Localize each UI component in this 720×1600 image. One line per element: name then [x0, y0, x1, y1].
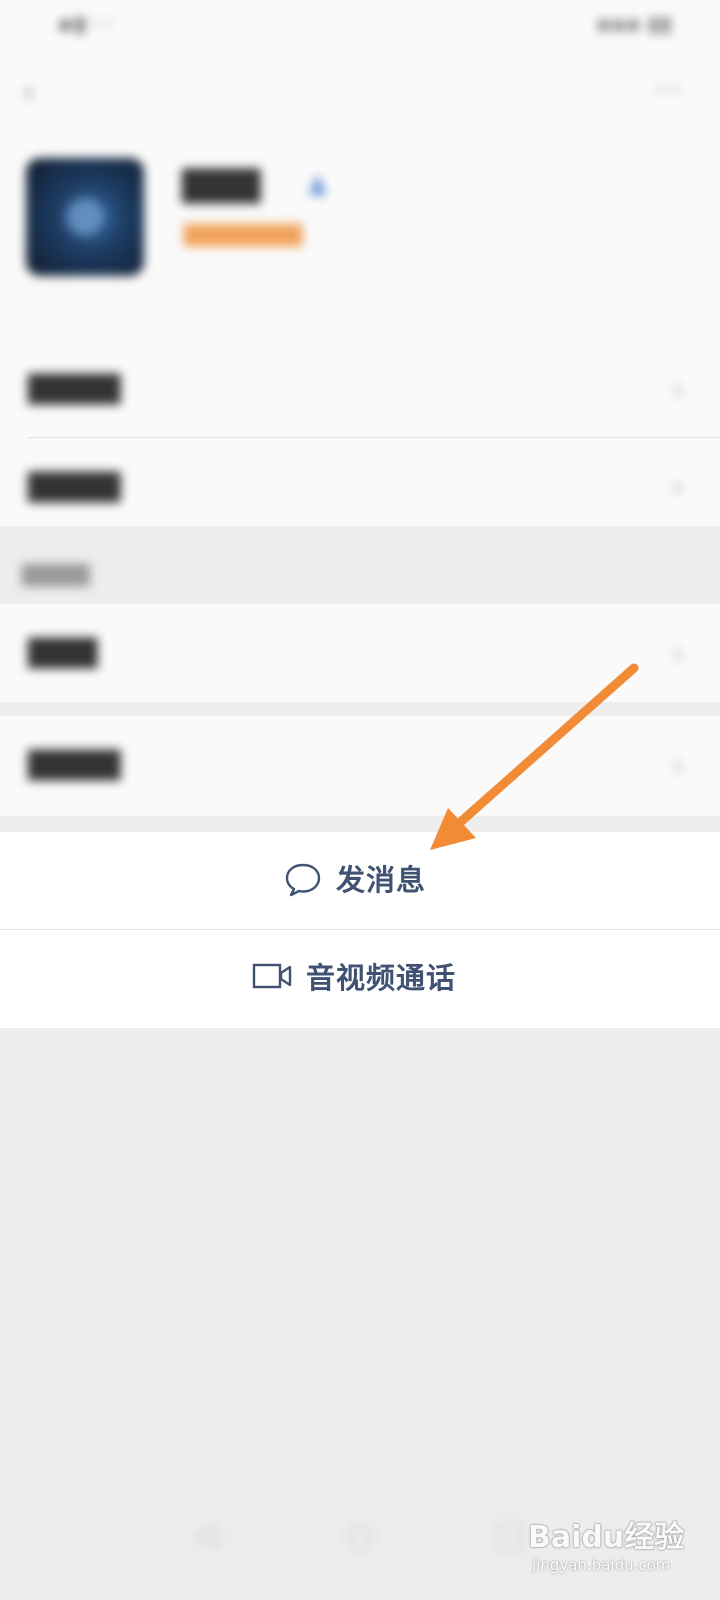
avatar-image: [66, 198, 104, 236]
settings-row-2[interactable]: ▇▇▇▇ ›: [0, 438, 720, 536]
row-label: ▇▇▇▇: [28, 746, 121, 781]
chat-bubble-icon: [285, 863, 321, 897]
profile-header: ▇▇▇ ♟ ▇▇▇▇▇▇▇: [0, 132, 720, 340]
status-left-indicators: ▪▮◦◦: [58, 12, 115, 37]
settings-row-4[interactable]: ▇▇▇▇ ›: [0, 716, 720, 814]
status-bar: ▪▮◦◦ ▪▪▪ ▮▮: [0, 0, 720, 56]
row-label: ▇▇▇: [28, 634, 98, 669]
chevron-right-icon: ›: [672, 372, 684, 407]
avatar[interactable]: [26, 158, 144, 276]
row-label: ▇▇▇▇: [28, 370, 121, 405]
watermark-url: jingyan.baidu.com: [532, 1556, 671, 1574]
verified-icon: ♟: [306, 172, 330, 202]
baidu-jingyan-watermark: Baidu经验 jingyan.baidu.com: [528, 1512, 685, 1582]
chevron-right-icon: ›: [672, 748, 684, 783]
profile-name: ▇▇▇: [182, 164, 261, 204]
nav-recents-icon[interactable]: □: [490, 1514, 530, 1554]
profile-settings-section: ▇▇▇▇ › ▇▇▇▇ ›: [0, 340, 720, 526]
action-panel: 发消息 音视频通话: [0, 832, 720, 1028]
more-dots-icon[interactable]: ···: [646, 76, 690, 106]
chevron-right-icon: ›: [672, 470, 684, 505]
group-row-section-1: ▇▇▇ ›: [0, 604, 720, 702]
av-call-button[interactable]: 音视频通话: [0, 930, 720, 1028]
video-camera-icon: [252, 963, 292, 989]
section-group-label: ▇▇▇▇: [22, 562, 90, 587]
av-call-label: 音视频通话: [306, 961, 457, 995]
watermark-logo: Baidu经验: [528, 1520, 685, 1555]
chevron-right-icon: ›: [672, 636, 684, 671]
settings-row-1[interactable]: ▇▇▇▇ ›: [0, 340, 720, 438]
nav-home-icon[interactable]: ○: [340, 1514, 380, 1554]
status-right-indicators: ▪▪▪ ▮▮: [596, 12, 672, 37]
back-arrow-icon[interactable]: ‹: [22, 74, 46, 110]
settings-row-3[interactable]: ▇▇▇ ›: [0, 604, 720, 702]
send-message-label: 发消息: [336, 863, 427, 897]
row-label: ▇▇▇▇: [28, 468, 121, 503]
send-message-button[interactable]: 发消息: [0, 832, 720, 930]
nav-back-icon[interactable]: ◁: [186, 1514, 226, 1554]
top-app-bar: ‹ ···: [0, 56, 720, 132]
profile-subtitle: ▇▇▇▇▇▇▇: [184, 222, 303, 247]
group-row-section-2: ▇▇▇▇ ›: [0, 716, 720, 816]
